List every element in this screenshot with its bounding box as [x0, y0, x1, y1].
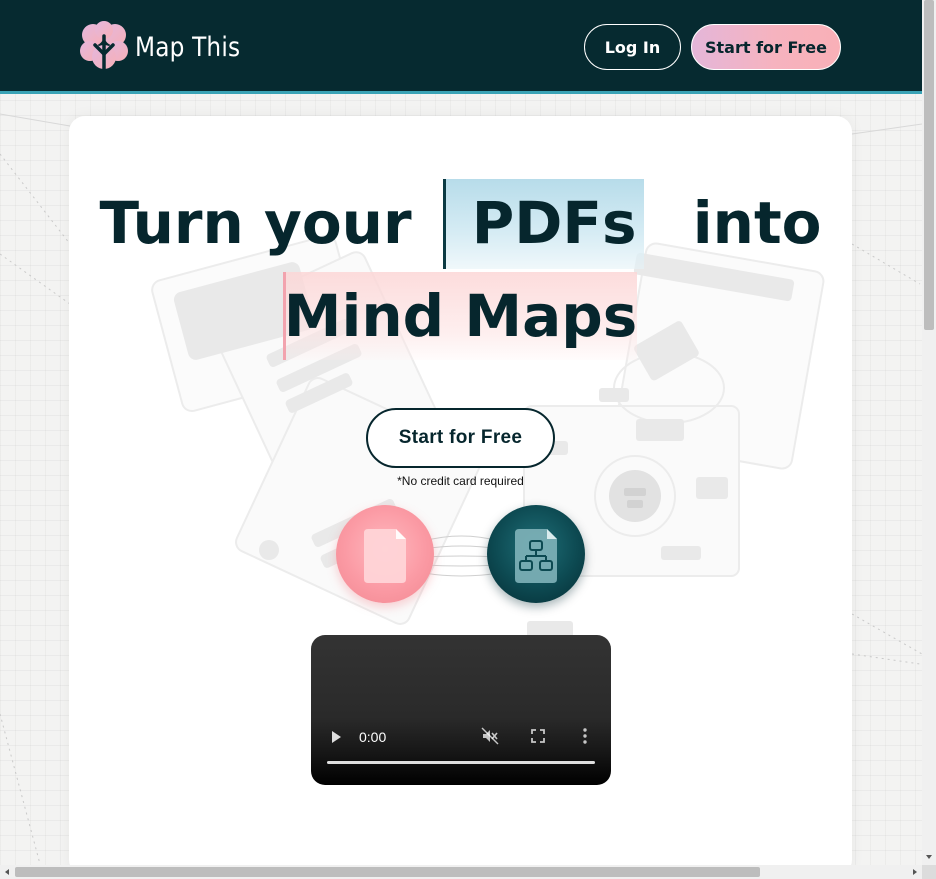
headline-into: into: [692, 189, 822, 257]
demo-video-player[interactable]: 0:00: [311, 635, 611, 785]
muted-speaker-icon[interactable]: [481, 727, 499, 745]
start-free-hero-button[interactable]: Start for Free: [366, 408, 555, 468]
brand-logo[interactable]: Map This: [79, 21, 257, 73]
headline-mind-maps: Mind Maps: [283, 282, 638, 350]
scroll-left-arrow-icon[interactable]: [0, 865, 14, 879]
scroll-right-arrow-icon[interactable]: [908, 865, 922, 879]
vertical-scrollbar[interactable]: [922, 0, 936, 865]
start-free-header-button[interactable]: Start for Free: [691, 24, 841, 70]
no-credit-card-note: *No credit card required: [397, 474, 524, 488]
video-time: 0:00: [359, 729, 387, 745]
headline-line-1: Turn your PDFs into: [69, 189, 852, 257]
pdf-document-icon: [364, 529, 406, 583]
scrollbar-corner: [922, 865, 936, 879]
hero-card: Turn your PDFs into Mind Maps Start for …: [69, 116, 852, 876]
login-button[interactable]: Log In: [584, 24, 681, 70]
brand-name: Map This: [135, 31, 241, 63]
video-progress-track[interactable]: [327, 761, 595, 764]
headline-pdfs: PDFs: [471, 189, 637, 257]
scroll-down-arrow-icon[interactable]: [922, 850, 936, 864]
mind-map-orb: [487, 505, 585, 603]
horizontal-scrollbar[interactable]: [0, 865, 922, 879]
headline-turn-your: Turn your: [99, 189, 412, 257]
tree-flower-icon: [80, 21, 128, 71]
site-header: Map This Log In Start for Free: [0, 0, 922, 94]
play-icon[interactable]: [329, 729, 343, 745]
pdf-orb: [336, 505, 434, 603]
headline-line-2: Mind Maps: [69, 282, 852, 350]
more-options-icon[interactable]: [583, 728, 587, 744]
vertical-scrollbar-thumb[interactable]: [924, 0, 934, 330]
fullscreen-icon[interactable]: [531, 729, 545, 743]
mind-map-file-icon: [515, 529, 557, 583]
horizontal-scrollbar-thumb[interactable]: [15, 867, 760, 877]
